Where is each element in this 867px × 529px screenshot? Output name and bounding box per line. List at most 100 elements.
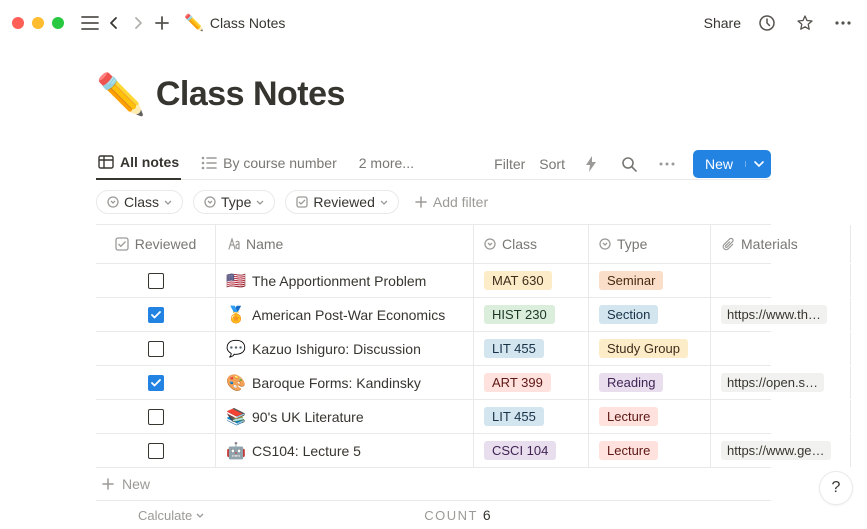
new-button-label: New — [693, 156, 745, 172]
add-row-button[interactable]: New — [96, 467, 771, 500]
sidebar-toggle-icon[interactable] — [78, 11, 102, 35]
add-filter-button[interactable]: Add filter — [415, 194, 488, 210]
add-row-label: New — [122, 476, 150, 492]
column-header-class[interactable]: Class — [474, 225, 589, 263]
calculate-button[interactable]: Calculate — [138, 508, 204, 523]
view-tab-by-course[interactable]: By course number — [199, 149, 339, 179]
materials-link[interactable]: https://open.s… — [721, 373, 824, 392]
new-button-dropdown[interactable] — [745, 161, 771, 167]
reviewed-checkbox[interactable] — [148, 273, 164, 289]
type-cell[interactable]: Reading — [589, 366, 711, 399]
name-cell[interactable]: 🎨Baroque Forms: Kandinsky — [216, 366, 474, 399]
class-cell[interactable]: ART 399 — [474, 366, 589, 399]
column-header-label: Materials — [741, 236, 798, 252]
class-tag: ART 399 — [484, 373, 551, 392]
updates-icon[interactable] — [755, 11, 779, 35]
new-page-icon[interactable] — [150, 11, 174, 35]
select-icon — [484, 238, 496, 250]
name-cell[interactable]: 🏅American Post-War Economics — [216, 298, 474, 331]
reviewed-cell — [96, 434, 216, 467]
reviewed-cell — [96, 366, 216, 399]
name-cell[interactable]: 📚90's UK Literature — [216, 400, 474, 433]
column-header-reviewed[interactable]: Reviewed — [96, 225, 216, 263]
favorite-icon[interactable] — [793, 11, 817, 35]
class-cell[interactable]: CSCI 104 — [474, 434, 589, 467]
row-icon: 🇺🇸 — [226, 271, 244, 291]
row-title: Kazuo Ishiguro: Discussion — [252, 341, 421, 357]
plus-icon — [102, 478, 114, 490]
view-tabs-bar: All notes By course number 2 more... Fil… — [96, 148, 771, 180]
materials-link[interactable]: https://www.th… — [721, 305, 827, 324]
text-icon — [226, 238, 240, 250]
table-row[interactable]: 🤖CS104: Lecture 5CSCI 104Lecturehttps://… — [96, 433, 771, 467]
automations-icon[interactable] — [579, 152, 603, 176]
class-tag: LIT 455 — [484, 407, 544, 426]
view-tab-all-notes[interactable]: All notes — [96, 148, 181, 180]
filter-chip-class[interactable]: Class — [96, 190, 183, 214]
type-cell[interactable]: Study Group — [589, 332, 711, 365]
type-cell[interactable]: Lecture — [589, 400, 711, 433]
materials-cell[interactable]: https://www.ge… — [711, 434, 851, 467]
new-button[interactable]: New — [693, 150, 771, 178]
type-cell[interactable]: Seminar — [589, 264, 711, 297]
search-icon[interactable] — [617, 152, 641, 176]
name-cell[interactable]: 🇺🇸 The Apportionment Problem — [216, 264, 474, 297]
breadcrumb[interactable]: ✏️ Class Notes — [184, 13, 285, 33]
chevron-down-icon — [196, 513, 204, 518]
minimize-window-icon[interactable] — [32, 17, 44, 29]
help-button[interactable]: ? — [819, 471, 853, 505]
row-icon: 🤖 — [226, 441, 244, 461]
table-row[interactable]: 💬 Kazuo Ishiguro: Discussion LIT 455Study … — [96, 331, 771, 365]
filter-button[interactable]: Filter — [494, 156, 525, 172]
materials-cell[interactable] — [711, 400, 851, 433]
close-window-icon[interactable] — [12, 17, 24, 29]
table-row[interactable]: 🇺🇸 The Apportionment Problem MAT 630Semina… — [96, 263, 771, 297]
view-tab-label: By course number — [223, 155, 337, 171]
materials-cell[interactable] — [711, 264, 851, 297]
select-icon — [107, 196, 119, 208]
nav-forward-icon[interactable] — [126, 11, 150, 35]
share-button[interactable]: Share — [704, 15, 741, 31]
name-cell[interactable]: 🤖CS104: Lecture 5 — [216, 434, 474, 467]
filter-chip-reviewed[interactable]: Reviewed — [285, 190, 398, 214]
reviewed-checkbox[interactable] — [148, 341, 164, 357]
add-filter-label: Add filter — [433, 194, 488, 210]
column-header-materials[interactable]: Materials — [711, 225, 851, 263]
page-title-text[interactable]: Class Notes — [156, 75, 345, 114]
column-header-type[interactable]: Type — [589, 225, 711, 263]
table-row[interactable]: 🏅American Post-War EconomicsHIST 230Sect… — [96, 297, 771, 331]
table-row[interactable]: 📚90's UK Literature LIT 455 Lecture — [96, 399, 771, 433]
reviewed-checkbox[interactable] — [148, 375, 164, 391]
view-tab-more[interactable]: 2 more... — [357, 149, 416, 179]
class-cell[interactable]: LIT 455 — [474, 332, 589, 365]
view-options-icon[interactable] — [655, 152, 679, 176]
chip-label: Reviewed — [313, 194, 374, 210]
row-title: The Apportionment Problem — [252, 273, 426, 289]
class-cell[interactable]: LIT 455 — [474, 400, 589, 433]
maximize-window-icon[interactable] — [52, 17, 64, 29]
row-icon: 💬 — [226, 339, 244, 359]
type-cell[interactable]: Section — [589, 298, 711, 331]
column-header-name[interactable]: Name — [216, 225, 474, 263]
reviewed-checkbox[interactable] — [148, 409, 164, 425]
materials-cell[interactable] — [711, 332, 851, 365]
chevron-down-icon — [256, 200, 264, 205]
reviewed-cell — [96, 400, 216, 433]
materials-link[interactable]: https://www.ge… — [721, 441, 831, 460]
page-icon[interactable]: ✏️ — [96, 71, 146, 118]
name-cell[interactable]: 💬 Kazuo Ishiguro: Discussion — [216, 332, 474, 365]
table-row[interactable]: 🎨Baroque Forms: KandinskyART 399Readingh… — [96, 365, 771, 399]
reviewed-checkbox[interactable] — [148, 307, 164, 323]
more-icon[interactable] — [831, 11, 855, 35]
class-cell[interactable]: HIST 230 — [474, 298, 589, 331]
class-cell[interactable]: MAT 630 — [474, 264, 589, 297]
sort-button[interactable]: Sort — [539, 156, 565, 172]
column-header-label: Type — [617, 236, 647, 252]
materials-cell[interactable]: https://www.th… — [711, 298, 851, 331]
materials-cell[interactable]: https://open.s… — [711, 366, 851, 399]
nav-back-icon[interactable] — [102, 11, 126, 35]
filter-chip-type[interactable]: Type — [193, 190, 275, 214]
type-cell[interactable]: Lecture — [589, 434, 711, 467]
reviewed-checkbox[interactable] — [148, 443, 164, 459]
checkbox-icon — [296, 196, 308, 208]
